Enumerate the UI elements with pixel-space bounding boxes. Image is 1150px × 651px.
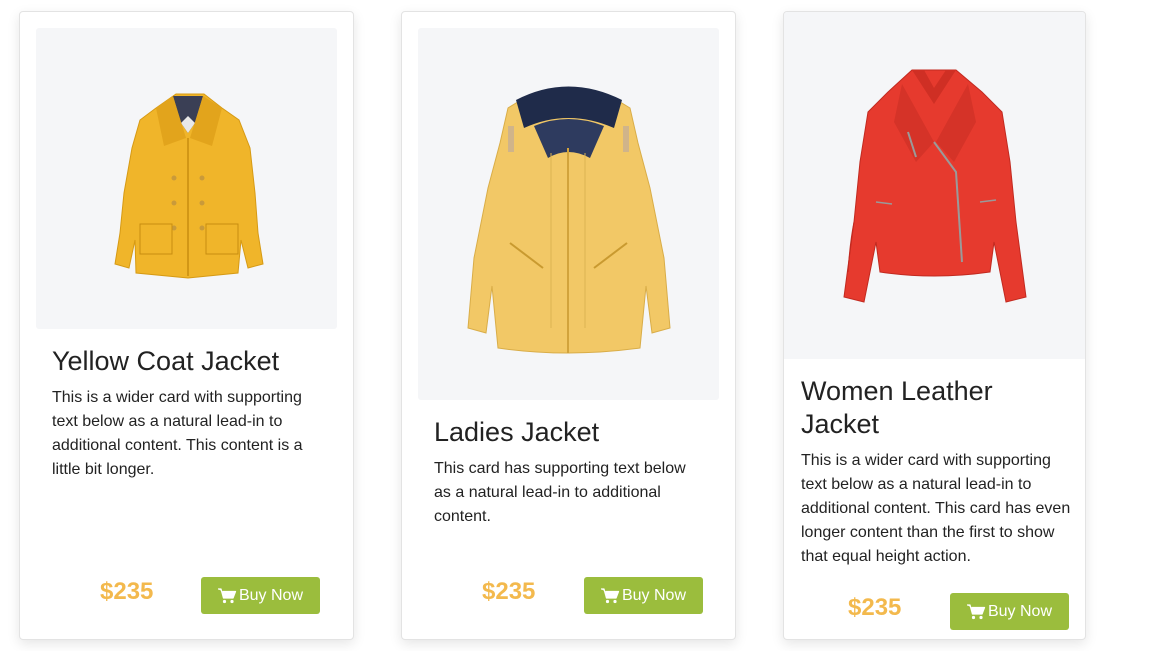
card-title: Ladies Jacket [434,417,600,447]
product-card-yellow-coat: Yellow Coat Jacket This is a wider card … [19,11,354,640]
card-description: This card has supporting text below as a… [434,460,686,525]
yellow-coat-image [36,28,337,329]
card-price: $235 [100,578,154,605]
ladies-jacket-image [418,28,719,400]
cart-icon [600,587,620,604]
buy-now-label: Buy Now [987,602,1053,620]
buy-now-button[interactable]: Buy Now [584,577,703,614]
card-description: This is a wider card with supporting tex… [52,389,303,478]
cart-icon [966,603,986,620]
buy-now-label: Buy Now [621,586,687,604]
cart-icon [217,587,237,604]
buy-now-button[interactable]: Buy Now [950,593,1069,630]
leather-jacket-image [784,12,1085,359]
card-description: This is a wider card with supporting tex… [801,452,1071,565]
card-price: $235 [482,578,536,605]
buy-now-button[interactable]: Buy Now [201,577,320,614]
card-price: $235 [848,594,902,621]
product-card-leather-jacket: Women Leather Jacket This is a wider car… [783,11,1086,640]
card-title: Women Leather Jacket [801,376,993,439]
buy-now-label: Buy Now [238,586,304,604]
product-card-ladies-jacket: Ladies Jacket This card has supporting t… [401,11,736,640]
card-title: Yellow Coat Jacket [52,346,280,376]
